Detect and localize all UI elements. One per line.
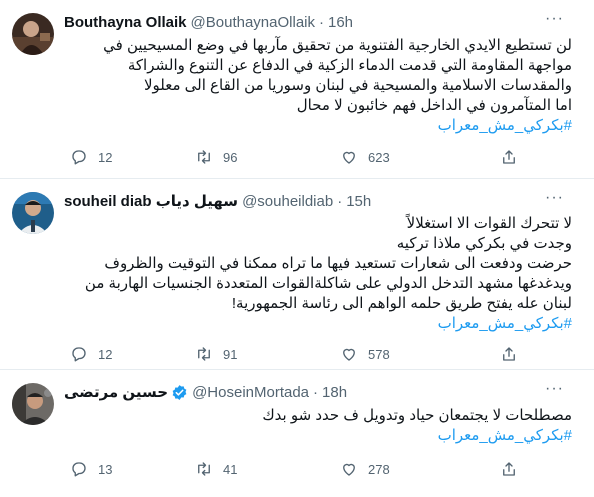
like-icon (343, 348, 355, 361)
tweet-text-line: لا تتحرك القوات الا استغلالاً (406, 215, 572, 232)
avatar[interactable] (12, 383, 54, 425)
tweet-text: مصطلحات لا يجتمعان حياد وتدويل ف حدد شو … (64, 406, 572, 446)
share-button[interactable] (500, 345, 528, 363)
tweet-3[interactable]: حسين مرتضى @HoseinMortada · 18h ··· مصطل… (0, 370, 594, 497)
tweet-text: لن تستطيع الايدي الخارجية الفتنوية من تح… (64, 36, 572, 136)
tweet-2[interactable]: souheil diab سهيل دياب @souheildiab · 15… (0, 179, 594, 369)
hashtag-link[interactable]: #بكركي_مش_معراب (64, 116, 572, 136)
timestamp[interactable]: 15h (346, 193, 371, 210)
action-bar: 12 91 578 (60, 345, 530, 365)
retweet-button[interactable]: 96 (195, 148, 237, 166)
reply-count: 13 (98, 461, 113, 477)
avatar[interactable] (12, 13, 54, 55)
reply-button[interactable]: 13 (70, 460, 112, 478)
like-count: 578 (368, 346, 390, 362)
retweet-button[interactable]: 41 (195, 460, 237, 478)
reply-button[interactable]: 12 (70, 345, 112, 363)
like-button[interactable]: 578 (340, 345, 390, 363)
tweet-text-line: مصطلحات لا يجتمعان حياد وتدويل ف حدد شو … (262, 407, 572, 424)
tweet-text-line: وجدت في بكركي ملاذا تركيه (396, 235, 572, 252)
author-name[interactable]: Bouthayna Ollaik (64, 14, 187, 31)
retweet-count: 41 (223, 461, 238, 477)
author-name[interactable]: حسين مرتضى (64, 383, 168, 401)
tweet-text-line: حرضت ودفعت الى شعارات تستعيد فيها ما ترا… (104, 255, 572, 272)
more-icon[interactable]: ··· (545, 10, 564, 28)
retweet-icon (198, 150, 210, 164)
tweet-text: لا تتحرك القوات الا استغلالاً وجدت في بك… (64, 214, 572, 334)
share-button[interactable] (500, 460, 528, 478)
hashtag-link[interactable]: #بكركي_مش_معراب (64, 314, 572, 334)
author-name[interactable]: souheil diab سهيل دياب (64, 192, 238, 210)
share-icon (503, 462, 515, 476)
separator-dot: · (337, 192, 343, 210)
separator-dot: · (319, 13, 324, 31)
like-button[interactable]: 278 (340, 460, 390, 478)
tweet-text-line: والمقدسات الاسلامية والمسيحية في لبنان و… (143, 77, 572, 94)
separator-dot: · (313, 383, 319, 401)
tweet-text-line: لن تستطيع الايدي الخارجية الفتنوية من تح… (103, 37, 572, 54)
like-count: 278 (368, 461, 390, 477)
retweet-icon (198, 347, 210, 361)
hashtag-link[interactable]: #بكركي_مش_معراب (64, 426, 572, 446)
avatar[interactable] (12, 192, 54, 234)
tweet-text-line: اما المتآمرون في الداخل فهم خائبون لا مح… (296, 97, 572, 114)
tweet-1[interactable]: Bouthayna Ollaik @BouthaynaOllaik · 16h … (0, 0, 594, 178)
retweet-count: 96 (223, 149, 238, 165)
author-handle[interactable]: @souheildiab (242, 193, 333, 210)
like-icon (343, 151, 355, 164)
reply-button[interactable]: 12 (70, 148, 112, 166)
share-button[interactable] (500, 148, 528, 166)
share-icon (503, 347, 515, 361)
author-handle[interactable]: @BouthaynaOllaik (191, 14, 315, 31)
retweet-icon (198, 462, 210, 476)
reply-count: 12 (98, 346, 113, 362)
reply-icon (72, 462, 86, 477)
reply-count: 12 (98, 149, 113, 165)
like-count: 623 (368, 149, 390, 165)
reply-icon (72, 150, 86, 165)
tweet-text-line: ويدغدغها مشهد التدخل الدولي على شاكلةالق… (84, 275, 572, 292)
retweet-button[interactable]: 91 (195, 345, 237, 363)
author-handle[interactable]: @HoseinMortada (192, 384, 309, 401)
more-icon[interactable]: ··· (545, 189, 564, 207)
like-icon (343, 463, 355, 476)
timestamp[interactable]: 16h (328, 14, 353, 31)
tweet-text-line: مواجهة المقاومة التي قدمت الدماء الزكية … (127, 57, 572, 74)
action-bar: 12 96 623 (60, 148, 530, 168)
tweet-text-line: لبنان عله يفتح طريق حلمه الواهم الى رئاس… (231, 295, 572, 312)
timestamp[interactable]: 18h (322, 384, 347, 401)
like-button[interactable]: 623 (340, 148, 390, 166)
share-icon (503, 150, 515, 164)
retweet-count: 91 (223, 346, 238, 362)
action-bar: 13 41 278 (60, 460, 530, 480)
more-icon[interactable]: ··· (545, 380, 564, 398)
verified-badge-icon (171, 384, 188, 401)
reply-icon (72, 347, 86, 362)
